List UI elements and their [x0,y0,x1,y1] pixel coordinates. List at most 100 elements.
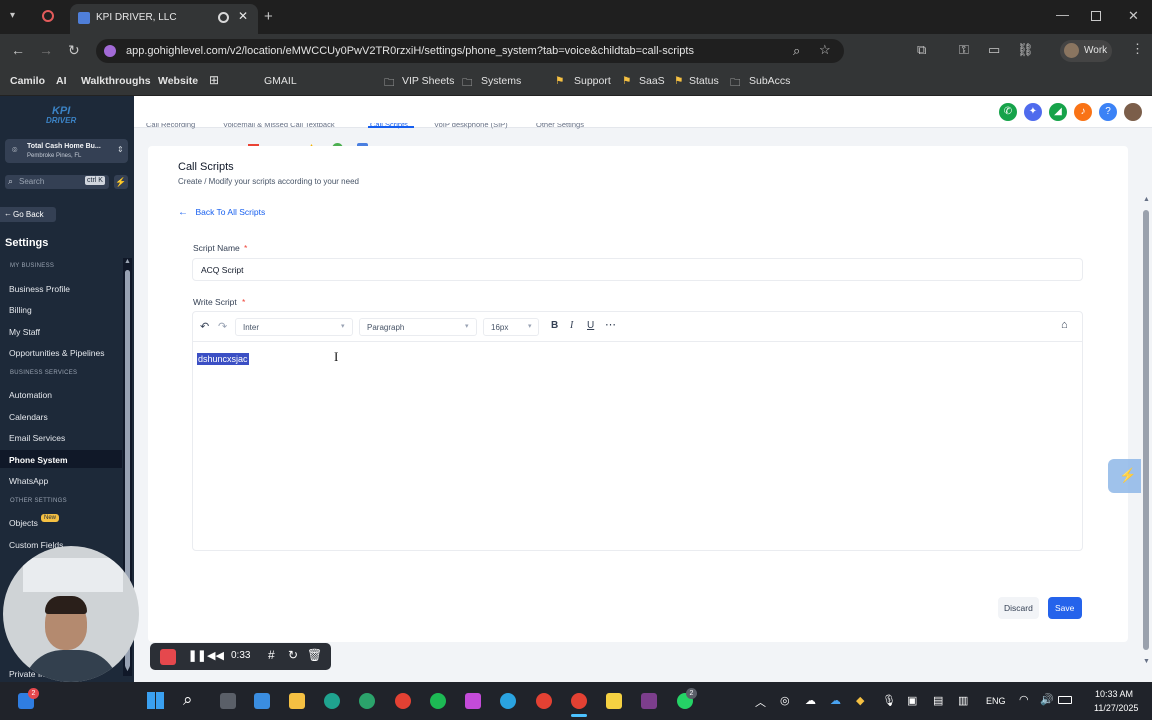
tab-voicemail[interactable]: Voicemail & Missed Call Textback [223,123,335,131]
bookmark-item[interactable]: Systems [481,75,521,87]
avatar[interactable] [1124,103,1142,121]
sidebar-item-business-profile[interactable]: Business Profile [9,284,70,294]
tab-close-icon[interactable]: ✕ [238,9,248,23]
bookmark-item[interactable]: Status [689,75,719,87]
sidebar-item-objects[interactable]: Objects [9,518,38,528]
sidebar-search[interactable]: ⌕ Search ctrl K [5,175,109,189]
undo-icon[interactable]: ↶ [200,320,209,333]
underline-icon[interactable]: U [587,320,594,331]
battery-icon[interactable] [1058,696,1072,704]
bookmark-item[interactable]: SubAccs [749,75,790,87]
quick-action-icon[interactable]: ⚡ [114,175,128,189]
bold-icon[interactable]: B [551,320,558,331]
sidebar-item-opportunities[interactable]: Opportunities & Pipelines [9,348,104,358]
pause-icon[interactable]: ❚❚ [188,649,206,662]
editor-content-text[interactable]: dshuncxsjac [197,353,249,365]
help-icon[interactable]: ? [1099,103,1117,121]
tray-icon[interactable]: ◎ [780,694,790,707]
url-field[interactable]: app.gohighlevel.com/v2/location/eMWCCUy0… [96,39,844,63]
telegram-icon[interactable] [500,693,516,709]
more-menu-icon[interactable]: ⋮ [1131,42,1144,55]
volume-icon[interactable]: 🔊 [1040,693,1054,706]
go-back-button[interactable]: ← Go Back [0,207,56,222]
tab-call-recording[interactable]: Call Recording [146,123,195,131]
announcement-icon[interactable]: ◢ [1049,103,1067,121]
sidebar-item-my-staff[interactable]: My Staff [9,327,40,337]
bookmark-star-icon[interactable]: ☆ [819,43,831,56]
bookmark-item[interactable]: AI [56,75,67,87]
bookmark-item[interactable]: Camilo [10,75,45,87]
onedrive-icon[interactable]: ☁ [830,694,841,707]
discard-button[interactable]: Discard [998,597,1039,619]
bookmark-item[interactable]: Support [574,75,611,87]
tab-other-settings[interactable]: Other Settings [536,123,584,131]
profile-chip[interactable]: Work [1060,40,1112,62]
notification-bell-icon[interactable]: ♪ [1074,103,1092,121]
forward-arrow-icon[interactable]: → [39,43,53,57]
tray-chevron-up-icon[interactable]: ︿ [755,694,766,710]
clock-time[interactable]: 10:33 AM [1095,689,1133,699]
account-switcher[interactable]: ⌾ Total Cash Home Bu... Pembroke Pines, … [5,139,128,163]
tab-active[interactable]: KPI DRIVER, LLC ✕ [70,4,258,34]
close-window-icon[interactable]: ✕ [1128,9,1139,22]
windows-start-icon[interactable] [147,692,164,709]
cloud-icon[interactable]: ☁ [805,694,816,707]
sidebar-item-automation[interactable]: Automation [9,390,52,400]
reload-icon[interactable]: ↻ [68,43,80,57]
redo-icon[interactable]: ↷ [218,320,227,333]
bookmark-item[interactable]: Walkthroughs [81,75,151,87]
apps-grid-icon[interactable]: ⊞ [209,73,219,87]
payment-card-icon[interactable]: ▭ [988,43,1000,56]
edge-dev-icon[interactable] [359,693,375,709]
stop-record-button[interactable] [160,649,176,665]
link-icon[interactable]: ⛓ [1017,43,1034,56]
wifi-icon[interactable]: ◠ [1019,693,1029,706]
sidebar-item-email-services[interactable]: Email Services [9,433,65,443]
scroll-down-icon[interactable]: ▼ [124,666,131,673]
back-arrow-icon[interactable]: ← [11,43,25,57]
edge-icon[interactable] [324,693,340,709]
restart-icon[interactable]: ↻ [288,648,298,662]
back-to-scripts-link[interactable]: ← Back To All Scripts [178,202,265,220]
grid-icon[interactable]: # [268,648,275,662]
phone-icon[interactable]: ✆ [999,103,1017,121]
language-indicator[interactable]: ENG [986,696,1006,706]
file-explorer-icon[interactable] [289,693,305,709]
sidebar-item-phone-system[interactable]: Phone System [9,455,68,465]
bookmark-item[interactable]: GMAIL [264,75,297,87]
sidebar-item-calendars[interactable]: Calendars [9,412,48,422]
site-info-icon[interactable] [104,45,116,57]
microphone-icon[interactable]: 🎙 [882,694,896,707]
taskbar-search-icon[interactable]: ⌕ [183,690,193,710]
bookmark-item[interactable]: SaaS [639,75,665,87]
sidebar-item-whatsapp[interactable]: WhatsApp [9,476,48,486]
bookmark-item[interactable]: VIP Sheets [402,75,454,87]
trash-icon[interactable]: 🗑 [307,648,322,662]
password-key-icon[interactable]: ⚿ [959,43,969,56]
task-view-icon[interactable] [220,693,236,709]
restore-icon[interactable] [1091,11,1101,21]
font-family-select[interactable]: Inter ▾ [235,318,353,336]
clock-date[interactable]: 11/27/2025 [1094,703,1138,713]
tray-icon[interactable]: ▣ [907,694,917,707]
tray-icon[interactable]: ◆ [856,694,864,707]
more-options-icon[interactable]: ⋯ [605,318,616,331]
save-button[interactable]: Save [1048,597,1082,619]
font-size-select[interactable]: 16px ▾ [483,318,539,336]
script-name-input[interactable]: ACQ Script [192,258,1083,281]
new-tab-icon[interactable]: + [264,9,273,24]
magic-wand-icon[interactable]: ✦ [1024,103,1042,121]
tray-icon[interactable]: ▤ [933,694,943,707]
minimize-icon[interactable]: — [1056,8,1069,21]
page-scrollbar[interactable]: ▲ ▼ [1141,196,1151,668]
scroll-down-icon[interactable]: ▼ [1143,658,1150,665]
floating-widget-button[interactable]: ⚡ [1108,459,1144,493]
block-type-select[interactable]: Paragraph ▾ [359,318,477,336]
italic-icon[interactable]: I [570,320,573,331]
scroll-up-icon[interactable]: ▲ [124,258,131,265]
chrome-active-icon[interactable] [571,693,587,709]
zoom-icon[interactable]: ⌕ [793,44,800,57]
tab-menu-icon[interactable]: ▾ [10,11,15,21]
bookmark-item[interactable]: Website [158,75,198,87]
rewind-icon[interactable]: ◀◀ [207,649,224,662]
